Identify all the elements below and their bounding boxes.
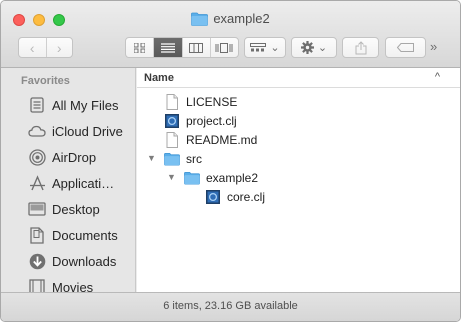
cover-flow-view-button[interactable] <box>209 38 238 57</box>
sort-ascending-icon: ^ <box>434 71 440 83</box>
chevron-down-icon: ⌄ <box>317 42 328 54</box>
file-name: README.md <box>186 133 258 147</box>
column-header-label: Name <box>144 72 174 84</box>
applications-icon <box>28 174 46 192</box>
disclosure-triangle-expanded-icon[interactable]: ▼ <box>147 153 156 163</box>
finder-window: example2 ‹ › ⌄ ⌄ » Favorites All My File… <box>0 0 461 322</box>
folder-name: example2 <box>206 171 259 185</box>
sidebar-heading-favorites: Favorites <box>21 75 70 87</box>
chevron-down-icon: ⌄ <box>270 42 280 54</box>
file-list: Name ^ LICENSE project.clj README.md ▼ s… <box>137 68 460 293</box>
list-view-button[interactable] <box>153 38 182 57</box>
status-text: 6 items, 23.16 GB available <box>163 300 298 312</box>
folder-icon <box>191 12 209 26</box>
list-view-icon <box>160 42 175 53</box>
gear-icon <box>300 41 314 54</box>
sidebar-item-label: Applicati… <box>52 175 115 191</box>
document-icon <box>166 132 178 148</box>
window-title-bar: example2 <box>1 11 460 29</box>
airdrop-icon <box>28 148 46 166</box>
file-name: project.clj <box>186 114 237 128</box>
tag-icon <box>396 43 414 52</box>
sidebar: Favorites All My Files iCloud Drive AirD… <box>1 68 136 295</box>
clojure-file-icon <box>206 190 220 204</box>
sidebar-item-airdrop[interactable]: AirDrop <box>28 146 96 168</box>
folder-name: src <box>186 152 202 166</box>
back-button[interactable]: ‹ <box>19 38 46 57</box>
window-title: example2 <box>213 11 270 26</box>
sidebar-item-label: All My Files <box>52 97 119 113</box>
arrange-button[interactable]: ⌄ <box>244 37 286 58</box>
icon-view-icon <box>134 42 146 53</box>
icon-view-button[interactable] <box>126 38 153 57</box>
arrange-icon <box>250 42 267 51</box>
share-icon <box>355 40 366 54</box>
file-name: core.clj <box>227 190 266 204</box>
documents-icon <box>28 226 46 244</box>
sidebar-item-desktop[interactable]: Desktop <box>28 198 100 220</box>
list-item[interactable]: README.md <box>137 130 460 149</box>
sidebar-item-icloud-drive[interactable]: iCloud Drive <box>28 120 123 142</box>
cloud-icon <box>28 122 46 140</box>
sidebar-item-documents[interactable]: Documents <box>28 224 118 246</box>
sidebar-item-label: AirDrop <box>52 149 97 165</box>
name-column-header[interactable]: Name ^ <box>137 68 460 88</box>
view-mode-selector <box>125 37 239 58</box>
downloads-icon <box>28 252 46 270</box>
clojure-file-icon <box>165 114 179 128</box>
chevron-left-icon: ‹ <box>29 39 35 56</box>
chevron-right-icon: › <box>56 39 62 56</box>
sidebar-item-all-my-files[interactable]: All My Files <box>28 94 118 116</box>
sidebar-item-applications[interactable]: Applicati… <box>28 172 114 194</box>
status-bar: 6 items, 23.16 GB available <box>1 292 460 321</box>
document-icon <box>166 94 178 110</box>
tags-button[interactable] <box>385 37 426 58</box>
list-item[interactable]: LICENSE <box>137 92 460 111</box>
folder-icon <box>184 171 200 185</box>
navigation-buttons: ‹ › <box>18 37 73 58</box>
column-view-button[interactable] <box>181 38 210 57</box>
sidebar-item-label: Documents <box>52 227 118 243</box>
all-files-icon <box>28 96 46 114</box>
sidebar-item-label: Downloads <box>52 253 117 269</box>
toolbar-overflow-button[interactable]: » <box>430 39 437 54</box>
list-item[interactable]: project.clj <box>137 111 460 130</box>
folder-icon <box>164 152 180 166</box>
forward-button[interactable]: › <box>45 38 73 57</box>
sidebar-item-label: iCloud Drive <box>52 123 123 139</box>
list-item[interactable]: ▼ src <box>137 149 460 168</box>
toolbar: example2 ‹ › ⌄ ⌄ » <box>1 1 460 68</box>
disclosure-triangle-expanded-icon[interactable]: ▼ <box>167 172 176 182</box>
cover-flow-icon <box>215 42 233 53</box>
share-button[interactable] <box>342 37 379 58</box>
sidebar-item-downloads[interactable]: Downloads <box>28 250 116 272</box>
sidebar-item-label: Desktop <box>52 201 100 217</box>
desktop-icon <box>28 200 46 218</box>
list-item[interactable]: ▼ example2 <box>137 168 460 187</box>
file-name: LICENSE <box>186 95 238 109</box>
action-button[interactable]: ⌄ <box>291 37 337 58</box>
column-view-icon <box>189 42 204 53</box>
list-item[interactable]: core.clj <box>137 187 460 206</box>
